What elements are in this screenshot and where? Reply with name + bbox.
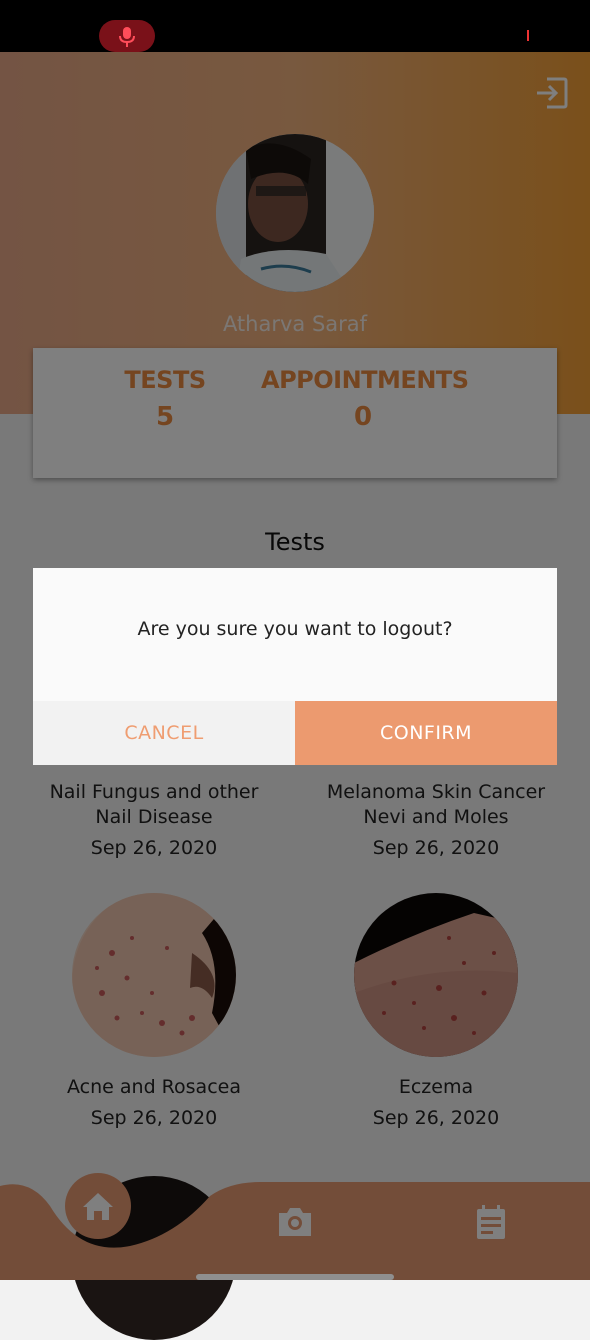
status-bar [0, 0, 590, 52]
dialog-message: Are you sure you want to logout? [137, 618, 453, 640]
confirm-button[interactable]: CONFIRM [295, 701, 557, 765]
microphone-indicator [99, 20, 155, 52]
microphone-icon [119, 27, 135, 47]
recording-dot [527, 30, 529, 41]
cancel-button[interactable]: CANCEL [33, 701, 295, 765]
gesture-handle[interactable] [196, 1274, 394, 1280]
logout-dialog: Are you sure you want to logout? CANCEL … [33, 568, 557, 765]
